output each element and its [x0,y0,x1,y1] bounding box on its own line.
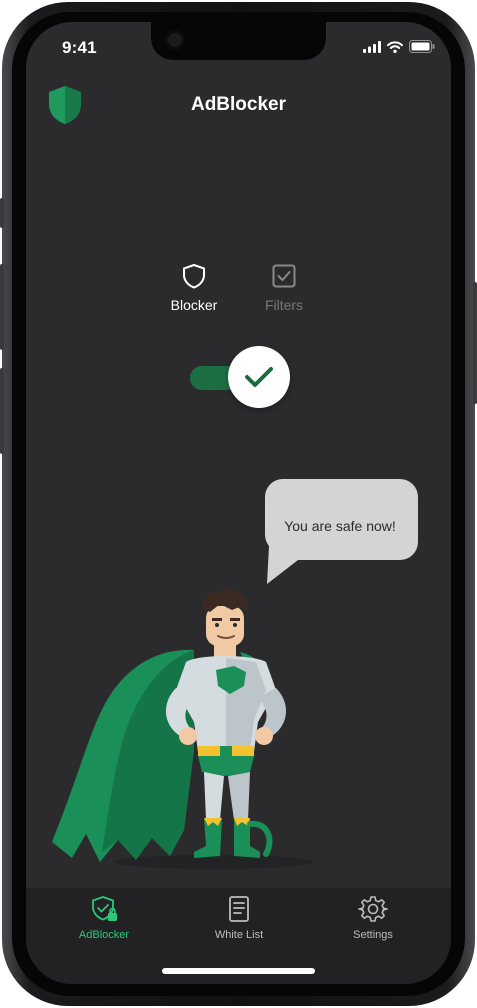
wifi-icon [387,40,403,53]
volume-up-button [0,264,4,350]
tab-blocker-label: Blocker [170,297,218,313]
gear-icon [358,896,388,922]
superhero-illustration [44,590,324,877]
toggle-knob [228,346,290,408]
tab-filters-label: Filters [264,297,304,313]
speech-bubble: You are safe now! [264,478,420,595]
front-camera [165,30,185,50]
volume-down-button [0,368,4,454]
tab-bar-settings-label: Settings [353,929,393,941]
power-button [473,282,477,404]
mute-switch [0,198,4,228]
blocker-toggle[interactable] [190,344,290,410]
tab-blocker[interactable]: Blocker [154,262,234,313]
tab-bar-settings[interactable]: Settings [323,894,423,941]
tab-bar-white-list[interactable]: White List [189,894,289,941]
shield-outline-icon [183,264,205,289]
document-list-icon [229,896,249,922]
status-time: 9:41 [62,38,97,57]
status-icons [363,40,435,53]
home-indicator[interactable] [162,968,315,974]
battery-icon [409,40,435,53]
notch [151,22,326,60]
speech-bubble-shape [264,479,418,584]
tab-bar-adblocker[interactable]: AdBlocker [54,894,154,941]
checkmark-icon [245,367,273,387]
speech-bubble-text: You are safe now! [284,518,396,534]
shield-lock-icon [92,896,117,921]
tab-bar-adblocker-label: AdBlocker [78,929,130,941]
signal-icon [363,40,381,53]
tab-bar-white-list-label: White List [214,929,264,941]
checkbox-icon [272,264,296,288]
tab-filters[interactable]: Filters [244,262,324,313]
app-screen: 9:41 AdBlocker Blocker Filters You are s… [26,22,451,984]
page-title: AdBlocker [190,94,287,115]
